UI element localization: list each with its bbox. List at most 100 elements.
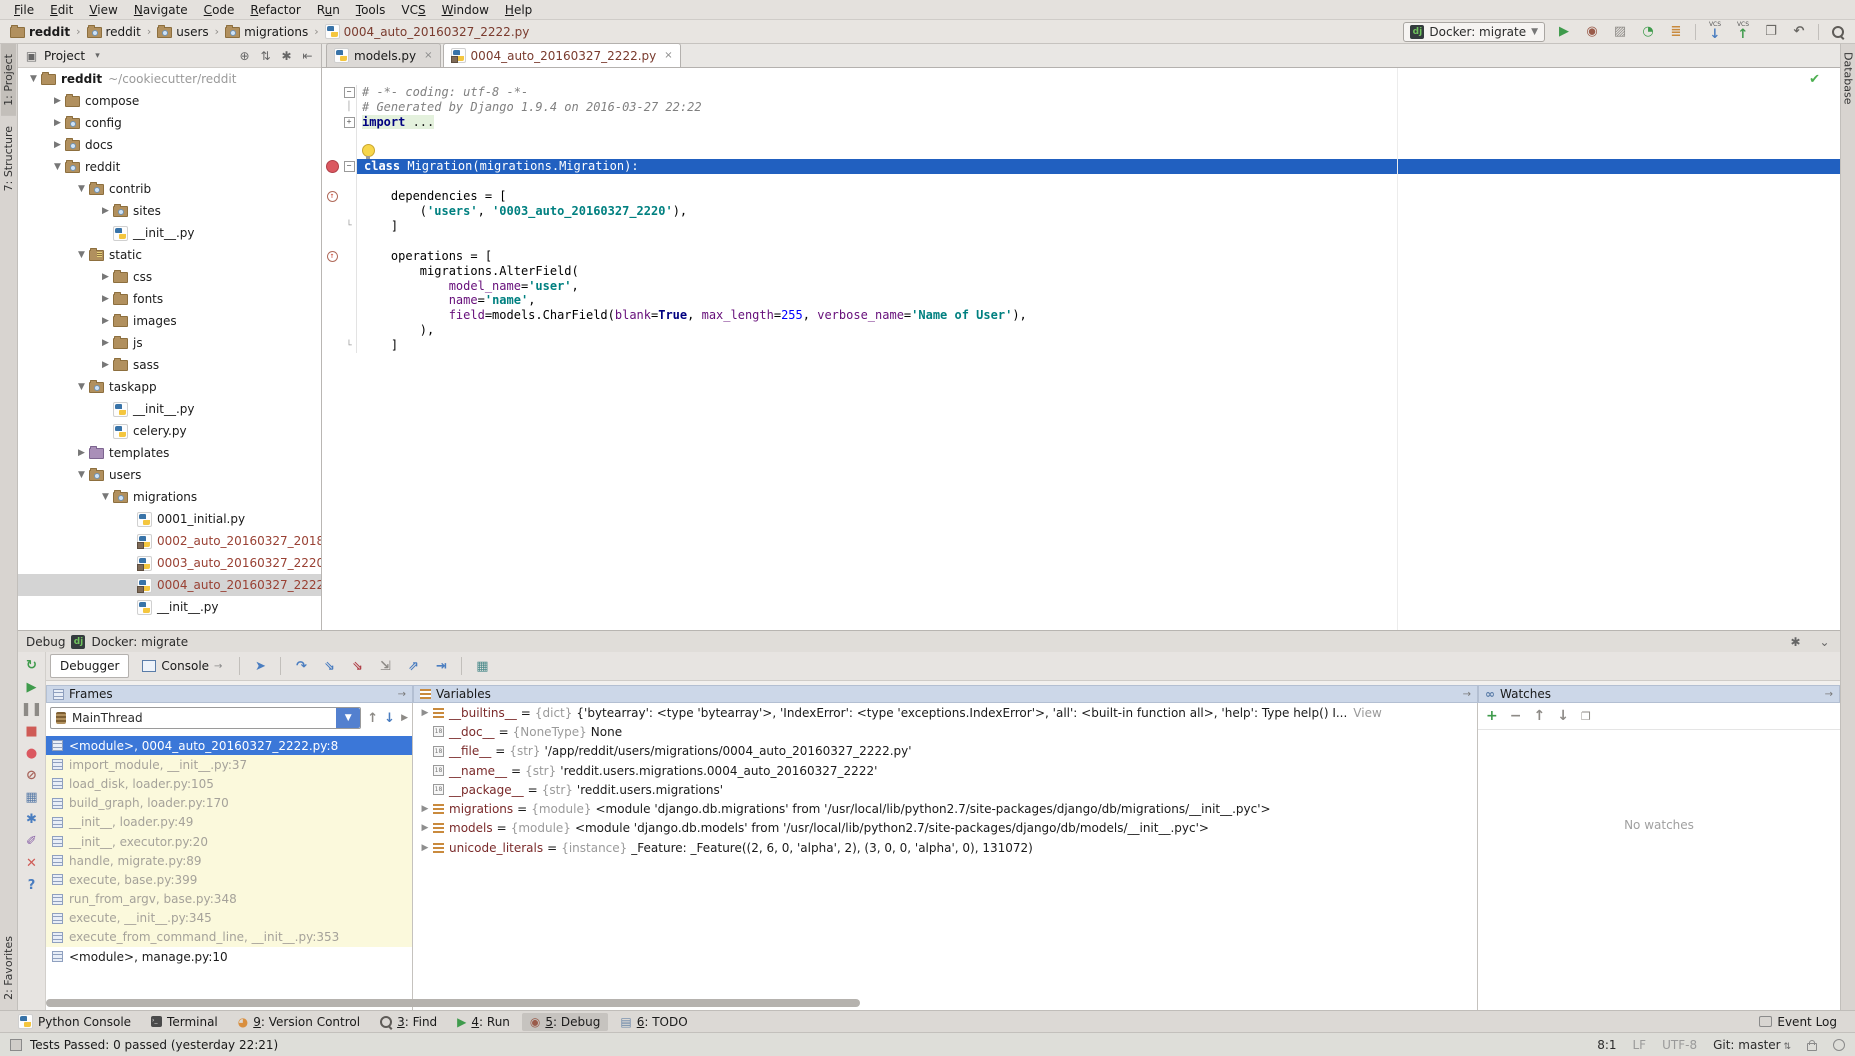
float-panel-icon[interactable]: → [1463,689,1471,700]
tree-row[interactable]: ▼reddit [18,156,321,178]
menu-item-window[interactable]: Window [434,3,497,17]
debug-tab-console[interactable]: Console→ [133,655,231,677]
highlighting-level-icon[interactable] [1833,1039,1845,1051]
thread-select[interactable]: MainThread ▼ [50,707,361,729]
tree-toggle-icon[interactable]: ▶ [98,360,113,370]
tree-row[interactable]: 0003_auto_20160327_2220.py [18,552,321,574]
tree-row[interactable]: ▶config [18,112,321,134]
previous-frame-button[interactable]: ↑ [367,711,378,726]
tree-toggle-icon[interactable]: ▼ [98,492,113,502]
debugger-settings-button[interactable]: ✱ [26,812,37,827]
file-encoding[interactable]: UTF-8 [1662,1038,1697,1052]
chevron-down-icon[interactable]: ▾ [90,51,105,61]
view-link[interactable]: View [1353,706,1381,720]
tree-toggle-icon[interactable]: ▼ [50,162,65,172]
caret-position[interactable]: 8:1 [1597,1038,1616,1052]
tree-row[interactable]: ▶images [18,310,321,332]
fold-gutter[interactable]: + [342,115,357,130]
tree-toggle-icon[interactable]: ▶ [98,206,113,216]
stack-frame-row[interactable]: handle, migrate.py:89 [46,851,412,870]
breadcrumb-item[interactable]: migrations [223,25,310,39]
tree-row[interactable]: ▼reddit~/cookiecutter/reddit [18,68,321,90]
tree-row[interactable]: ▶docs [18,134,321,156]
tool-strip-tab-1-project[interactable]: 1: Project [1,44,16,116]
rollback-button[interactable]: ↶ [1790,23,1808,41]
stack-frame-row[interactable]: import_module, __init__.py:37 [46,755,412,774]
tool-window-button-python-console[interactable]: Python Console [10,1012,139,1031]
fold-gutter[interactable]: │ [342,100,357,115]
tree-row[interactable]: ▼static [18,244,321,266]
tree-toggle-icon[interactable]: ▶ [50,140,65,150]
tool-window-button-todo[interactable]: ▤6: TODO [612,1013,695,1031]
float-panel-icon[interactable]: → [1825,689,1833,700]
stack-frame-row[interactable]: <module>, 0004_auto_20160327_2222.py:8 [46,736,412,755]
event-log-button[interactable]: Event Log [1751,1013,1845,1031]
settings-icon[interactable]: ✱ [1788,635,1803,649]
tree-row[interactable]: __init__.py [18,596,321,618]
menu-item-file[interactable]: File [6,3,42,17]
menu-item-run[interactable]: Run [309,3,348,17]
tool-window-button-find[interactable]: 3: Find [372,1013,445,1031]
tree-toggle-icon[interactable]: ▼ [74,184,89,194]
move-watch-down-button[interactable]: ↓ [1557,708,1569,724]
rerun-button[interactable]: ↻ [26,658,37,673]
tool-strip-tab-2-favorites[interactable]: 2: Favorites [1,926,16,1010]
variable-row[interactable]: 18__package__={str}'reddit.users.migrati… [413,780,1477,799]
tree-toggle-icon[interactable]: ▼ [74,382,89,392]
stack-frame-row[interactable]: __init__, executor.py:20 [46,832,412,851]
variable-row[interactable]: ▶unicode_literals={instance}_Feature: _F… [413,838,1477,857]
tree-row[interactable]: ▶compose [18,90,321,112]
pause-button[interactable]: ❚❚ [21,702,43,717]
expand-icon[interactable]: ▶ [417,843,433,853]
tool-window-button-run[interactable]: ▶4: Run [449,1013,518,1031]
show-changes-button[interactable]: ❐ [1762,23,1780,41]
show-execution-point-button[interactable]: ➤ [248,659,272,674]
expand-icon[interactable]: ▶ [417,823,433,833]
debug-tab-debugger[interactable]: Debugger [50,654,129,678]
readonly-lock-icon[interactable] [1807,1043,1817,1051]
fold-gutter[interactable]: − [342,159,357,174]
stop-button[interactable]: ■ [25,724,37,739]
tree-toggle-icon[interactable]: ▼ [26,74,41,84]
step-over-button[interactable]: ↷ [289,659,313,674]
run-to-cursor-button[interactable]: ⇥ [429,659,453,674]
expand-icon[interactable]: ▶ [417,708,433,718]
tree-row[interactable]: ▶css [18,266,321,288]
tool-strip-tab-7-structure[interactable]: 7: Structure [1,116,16,201]
pin-button[interactable]: ✐ [26,834,37,849]
chevron-down-icon[interactable]: ▼ [336,708,360,728]
git-branch[interactable]: Git: master ⇅ [1713,1038,1791,1052]
fold-expand-icon[interactable]: + [344,117,355,128]
stack-frame-row[interactable]: build_graph, loader.py:170 [46,794,412,813]
variable-row[interactable]: ▶models={module}<module 'django.db.model… [413,819,1477,838]
code-editor[interactable]: −# -*- coding: utf-8 -*-│# Generated by … [322,85,1840,353]
stack-frame-row[interactable]: execute, __init__.py:345 [46,909,412,928]
close-tab-icon[interactable]: × [424,50,432,61]
add-watch-button[interactable]: + [1486,708,1498,724]
menu-item-help[interactable]: Help [497,3,540,17]
tree-toggle-icon[interactable]: ▶ [98,294,113,304]
breadcrumb-item[interactable]: users [155,25,210,39]
tree-row[interactable]: ▶sass [18,354,321,376]
settings-icon[interactable]: ✱ [279,49,294,63]
expand-icon[interactable]: ▶ [417,804,433,814]
tree-row[interactable]: celery.py [18,420,321,442]
editor-tab[interactable]: 0004_auto_20160327_2222.py× [443,43,681,67]
fold-gutter[interactable]: └ [342,338,357,353]
stack-frame-row[interactable]: load_disk, loader.py:105 [46,774,412,793]
restore-layout-button[interactable]: ▦ [25,790,37,805]
close-button[interactable]: ✕ [26,856,37,871]
tree-toggle-icon[interactable]: ▶ [50,96,65,106]
vcs-commit-button[interactable]: VCS↑ [1734,23,1752,41]
tree-toggle-icon[interactable]: ▶ [98,316,113,326]
line-separator[interactable]: LF [1633,1038,1647,1052]
tree-row[interactable]: ▶fonts [18,288,321,310]
menu-item-vcs[interactable]: VCS [393,3,433,17]
run-button[interactable]: ▶ [1555,23,1573,41]
tree-row[interactable]: 0004_auto_20160327_2222.py [18,574,321,596]
tree-row[interactable]: ▶templates [18,442,321,464]
view-breakpoints-button[interactable]: ● [26,746,37,761]
editor-tab[interactable]: models.py× [326,43,441,67]
resume-button[interactable]: ▶ [27,680,37,695]
run-configuration-select[interactable]: dj Docker: migrate ▼ [1403,22,1545,42]
